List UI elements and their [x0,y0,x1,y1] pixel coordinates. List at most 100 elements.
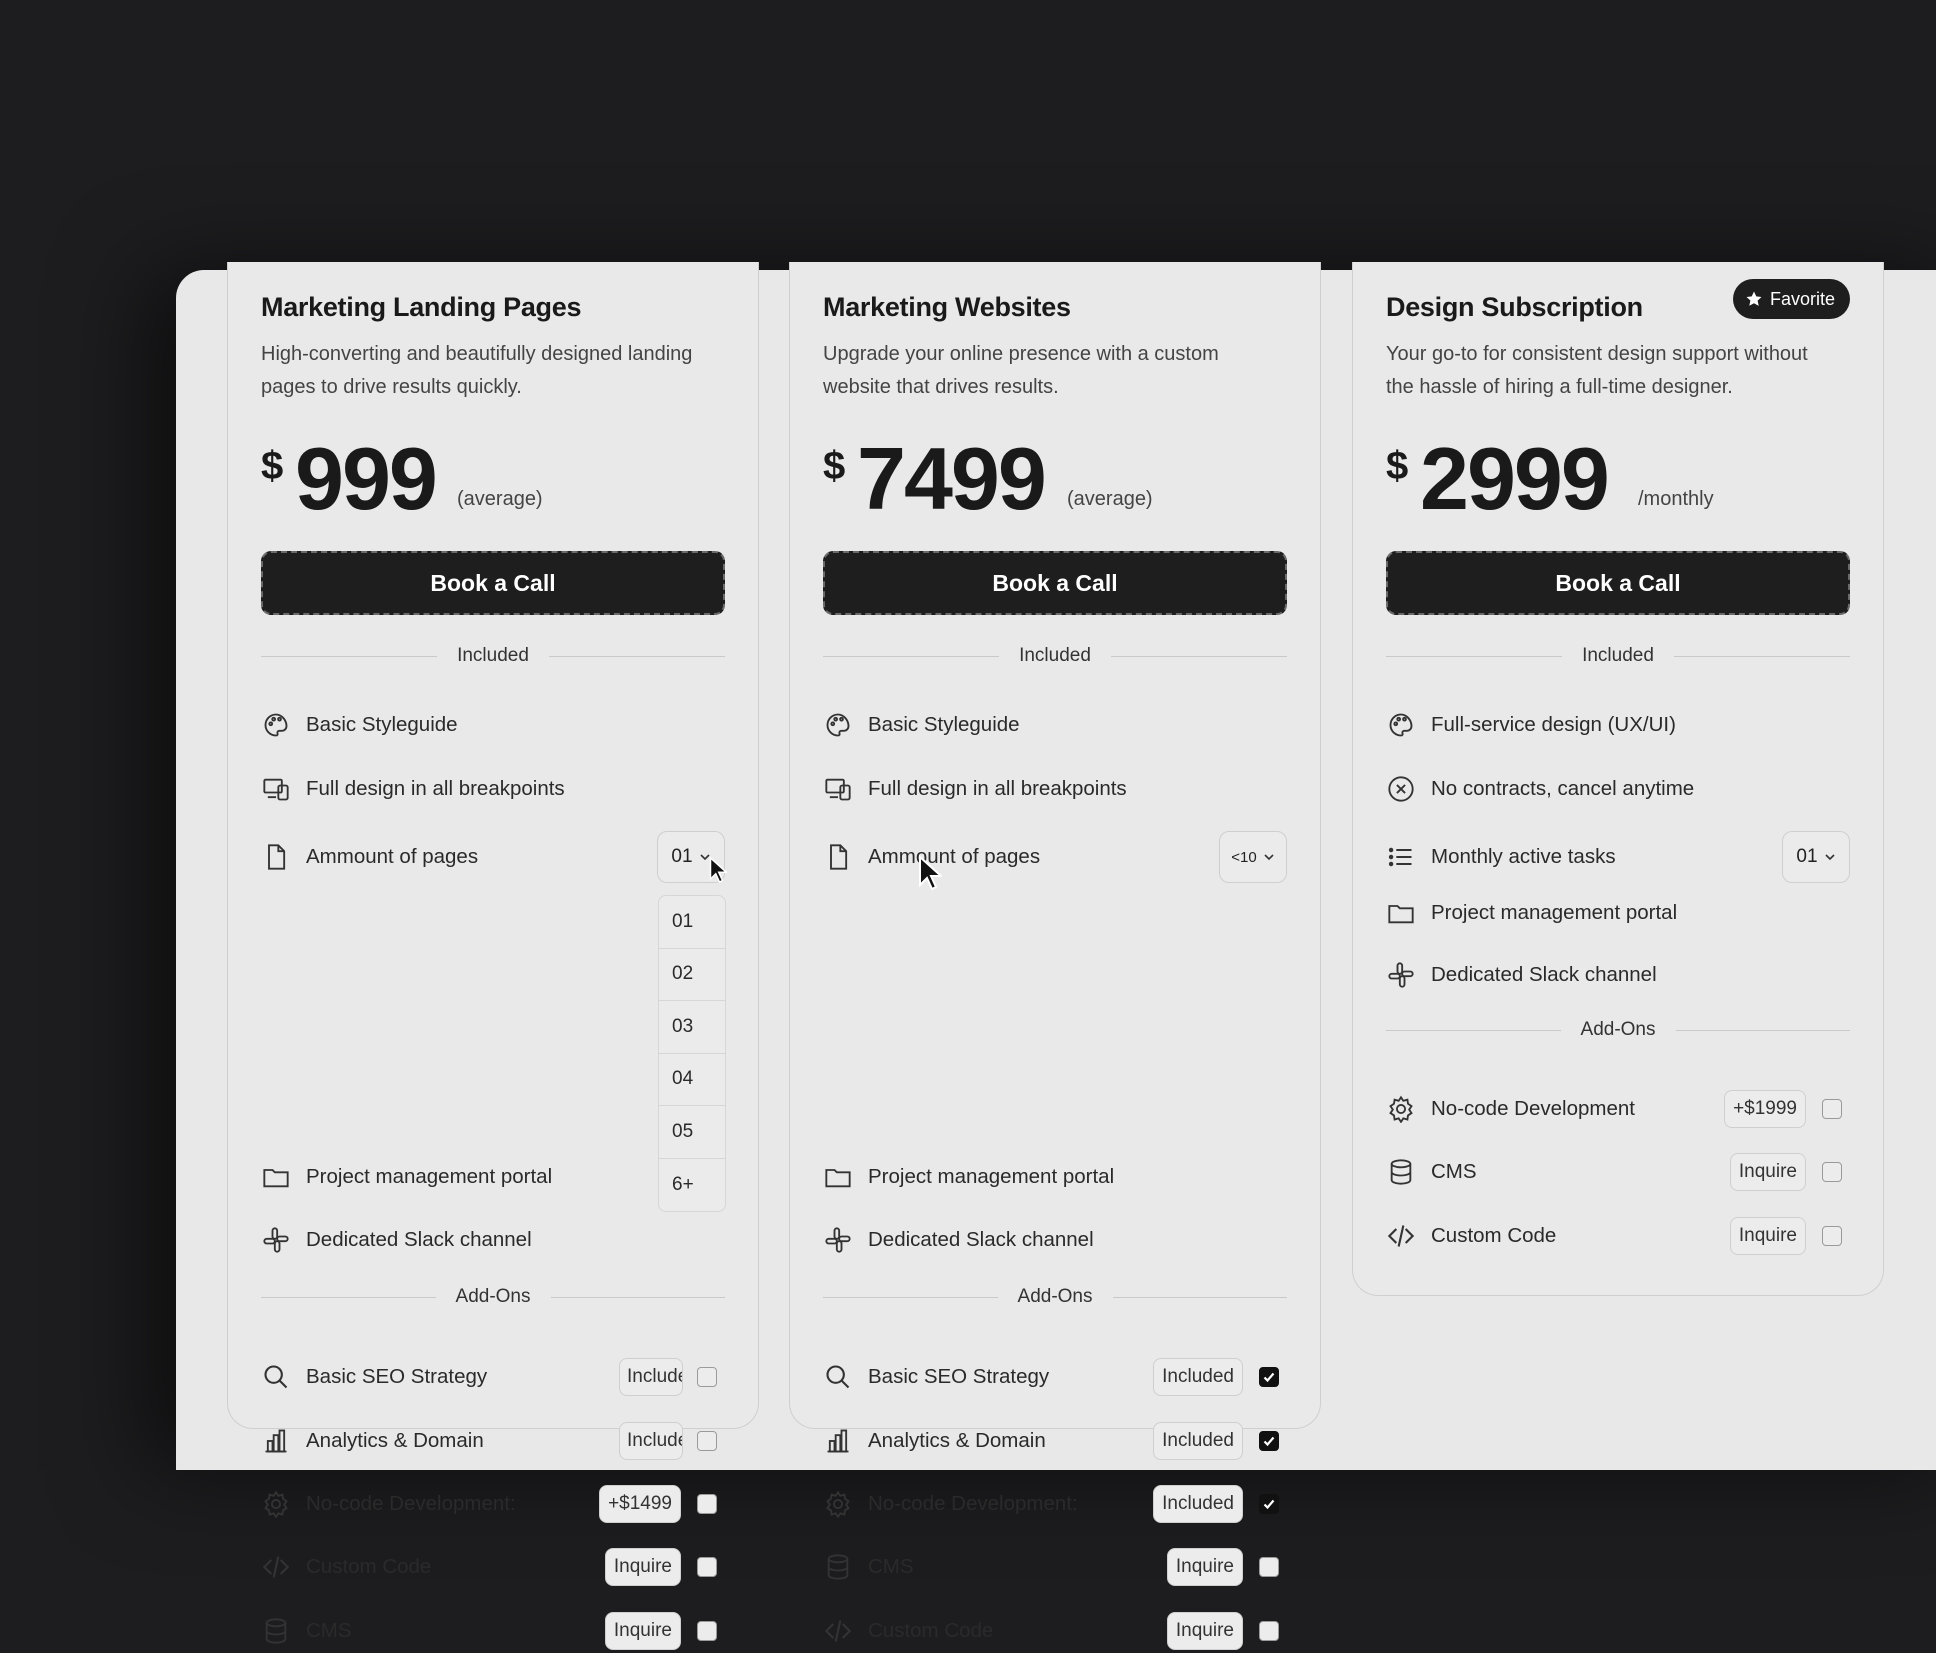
dropdown-option[interactable]: 04 [659,1054,725,1106]
feature-row: Project management portal [823,1155,1287,1199]
price-note: /monthly [1638,488,1714,510]
price-note: (average) [1067,488,1153,510]
card-title: Marketing Landing Pages [261,292,582,322]
addon-checkbox[interactable] [1259,1621,1279,1641]
search-icon [261,1362,291,1392]
addons-divider: Add-Ons [261,1286,726,1307]
addon-checkbox[interactable] [1822,1226,1842,1246]
addon-checkbox[interactable] [1822,1162,1842,1182]
addon-checkbox[interactable] [1259,1557,1279,1577]
x-circle-icon [1386,774,1416,804]
addon-label: Analytics & Domain [868,1429,1046,1452]
favorite-label: Favorite [1769,288,1835,309]
addon-label: No-code Development: [306,1492,516,1515]
addon-checkbox[interactable] [697,1494,717,1514]
pricing-card-landing-pages: Marketing Landing Pages High-converting … [227,262,759,1650]
book-call-button[interactable]: Book a Call [823,551,1287,615]
feature-label: Basic Styleguide [868,713,1020,736]
addon-checkbox[interactable] [697,1621,717,1641]
addon-row: Custom Code Inquire [1386,1214,1850,1258]
included-label: Included [457,645,529,666]
pricing-card-websites: Marketing Websites Upgrade your online p… [789,262,1321,1650]
feature-label: Full design in all breakpoints [868,777,1127,800]
addons-divider: Add-Ons [1386,1019,1851,1040]
feature-row: Basic Styleguide [261,703,725,747]
devices-icon [261,774,291,804]
addon-checkbox[interactable] [697,1367,717,1387]
card-description: High-converting and beautifully designed… [261,343,693,398]
addon-tag: Included [1153,1358,1243,1396]
addon-checkbox[interactable] [697,1431,717,1451]
addon-row: Custom Code Inquire [823,1609,1287,1653]
document-icon [823,842,853,872]
addon-row: CMS Inquire [1386,1150,1850,1194]
price-amount: 2999 [1420,429,1610,528]
feature-label: No contracts, cancel anytime [1431,777,1695,800]
dropdown-option[interactable]: 03 [659,1001,725,1054]
addon-label: CMS [868,1555,914,1578]
select-value: <10 [1231,848,1257,866]
feature-row: Full design in all breakpoints [823,767,1287,811]
addon-checkbox[interactable] [1259,1367,1279,1387]
price-currency: $ [823,444,846,488]
addon-tag: Included [1153,1422,1243,1460]
feature-label: Ammount of pages [868,845,1041,868]
folder-icon [823,1162,853,1192]
addon-row: Basic SEO Strategy Included [823,1355,1287,1399]
addon-tag: Inquire [1166,1612,1243,1650]
favorite-badge: Favorite [1732,279,1850,319]
book-call-button[interactable]: Book a Call [1386,551,1850,615]
task-count-select[interactable]: 01 [1782,831,1850,883]
addon-checkbox[interactable] [1822,1099,1842,1119]
page-count-select[interactable]: <10 [1219,831,1287,883]
feature-row: Ammount of pages <10 [823,829,1287,885]
check-icon [1263,1436,1275,1447]
select-value: 01 [671,846,693,867]
folder-icon [1386,898,1416,928]
addon-checkbox[interactable] [1259,1494,1279,1514]
database-icon [823,1552,853,1582]
feature-row: Ammount of pages 01 [261,829,725,885]
feature-label: Project management portal [306,1165,553,1188]
card-title: Marketing Websites [823,292,1071,322]
dropdown-option[interactable]: 02 [659,949,725,1001]
feature-label: Dedicated Slack channel [1431,963,1657,986]
database-icon [1386,1157,1416,1187]
feature-row: Full design in all breakpoints [261,767,725,811]
feature-row: Dedicated Slack channel [261,1218,725,1262]
addon-tag: Inquire [604,1612,681,1650]
feature-row: Basic Styleguide [823,703,1287,747]
feature-row: Project management portal [261,1155,725,1199]
addon-row: No-code Development +$1999 [1386,1087,1850,1131]
palette-icon [1386,710,1416,740]
addon-row: CMS Inquire [823,1545,1287,1589]
addon-tag: Included [619,1422,683,1460]
included-divider: Included [823,645,1287,666]
star-icon [1746,291,1762,306]
included-label: Included [1019,645,1091,666]
price-amount: 7499 [857,429,1047,528]
feature-row: Monthly active tasks 01 [1386,829,1850,885]
addon-checkbox[interactable] [1259,1431,1279,1451]
card-title: Design Subscription [1386,292,1643,322]
gear-icon [261,1489,291,1519]
feature-label: Monthly active tasks [1431,845,1616,868]
feature-label: Full-service design (UX/UI) [1431,713,1676,736]
addon-checkbox[interactable] [697,1557,717,1577]
feature-row: Full-service design (UX/UI) [1386,703,1850,747]
chevron-down-icon [1824,854,1835,861]
addon-tag: Inquire [1166,1548,1243,1586]
folder-icon [261,1162,291,1192]
dropdown-option[interactable]: 05 [659,1106,725,1159]
price-amount: 999 [295,429,438,528]
feature-label: Dedicated Slack channel [868,1228,1094,1251]
gear-icon [823,1489,853,1519]
dropdown-option[interactable]: 01 [659,896,725,949]
cursor-icon [919,855,942,891]
addon-tag: +$1999 [1724,1090,1806,1128]
book-call-button[interactable]: Book a Call [261,551,725,615]
slack-icon [261,1225,291,1255]
addons-label: Add-Ons [1580,1019,1656,1040]
chevron-down-icon [1264,854,1274,861]
dropdown-option[interactable]: 6+ [659,1159,725,1212]
